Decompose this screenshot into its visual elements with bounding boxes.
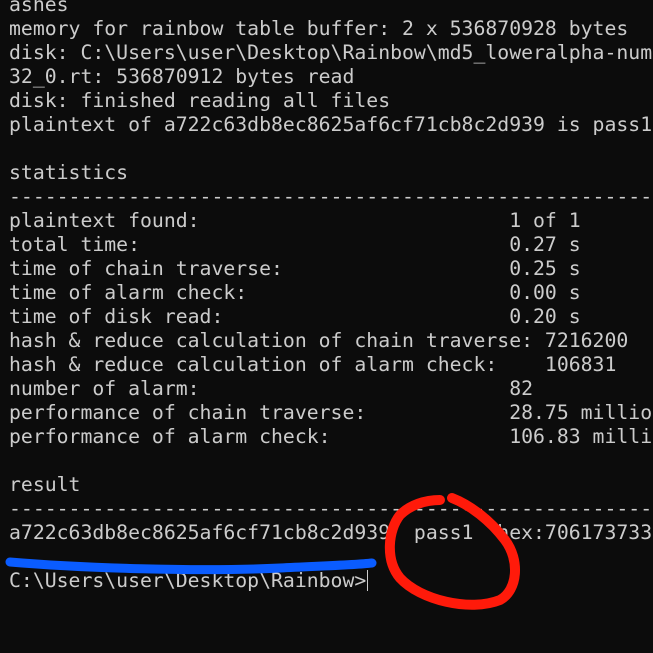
command-prompt: C:\Users\user\Desktop\Rainbow> <box>9 569 367 592</box>
output-line: 32_0.rt: 536870912 bytes read <box>9 65 355 88</box>
prompt-line[interactable]: C:\Users\user\Desktop\Rainbow> <box>9 569 653 593</box>
text-cursor <box>367 570 369 591</box>
stat-row: performance of alarm check: 106.83 milli… <box>9 425 653 448</box>
section-heading-statistics: statistics <box>9 161 129 184</box>
output-line: ashes <box>9 0 69 16</box>
divider-line: ----------------------------------------… <box>9 497 653 520</box>
output-line: memory for rainbow table buffer: 2 x 536… <box>9 17 629 40</box>
stat-row: hash & reduce calculation of alarm check… <box>9 353 617 376</box>
stat-row: time of chain traverse: 0.25 s <box>9 257 581 280</box>
stat-row: hash & reduce calculation of chain trave… <box>9 329 629 352</box>
stat-row: total time: 0.27 s <box>9 233 581 256</box>
stat-row: time of alarm check: 0.00 s <box>9 281 581 304</box>
divider-line: ----------------------------------------… <box>9 185 653 208</box>
output-line: disk: C:\Users\user\Desktop\Rainbow\md5_… <box>9 41 653 64</box>
stat-row: number of alarm: 82 <box>9 377 534 400</box>
terminal-window[interactable]: ashes memory for rainbow table buffer: 2… <box>0 0 653 653</box>
stat-row: plaintext found: 1 of 1 <box>9 209 581 232</box>
stat-row: performance of chain traverse: 28.75 mil… <box>9 401 653 424</box>
output-line: disk: finished reading all files <box>9 89 391 112</box>
terminal-output: ashes memory for rainbow table buffer: 2… <box>9 0 653 593</box>
section-heading-result: result <box>9 473 81 496</box>
stat-row: time of disk read: 0.20 s <box>9 305 581 328</box>
output-line: plaintext of a722c63db8ec8625af6cf71cb8c… <box>9 113 653 136</box>
result-row: a722c63db8ec8625af6cf71cb8c2d939 pass1 h… <box>9 521 653 544</box>
